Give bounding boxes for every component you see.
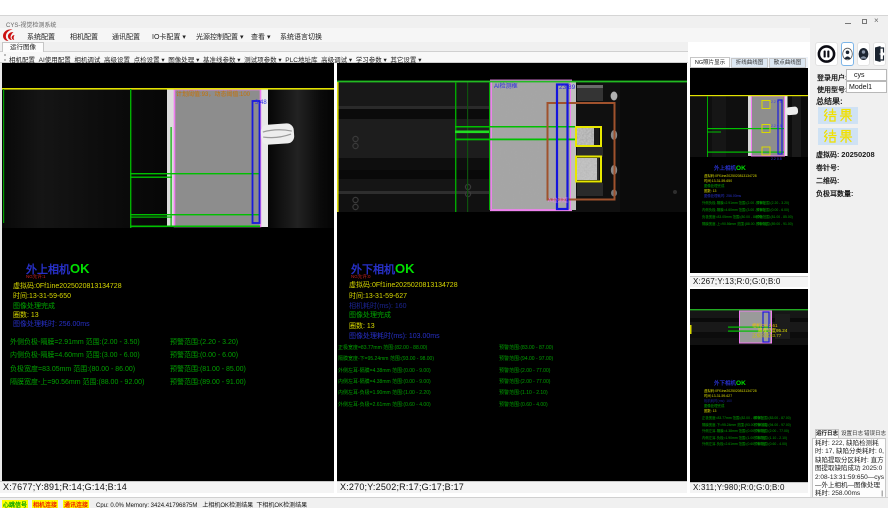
- svg-text:2.2 0.5: 2.2 0.5: [771, 100, 782, 104]
- svg-text:正极宽度83.77: 正极宽度83.77: [752, 332, 782, 339]
- svg-text:2.2 0.5: 2.2 0.5: [771, 124, 782, 128]
- svg-text:2.2 0.5: 2.2 0.5: [771, 157, 782, 161]
